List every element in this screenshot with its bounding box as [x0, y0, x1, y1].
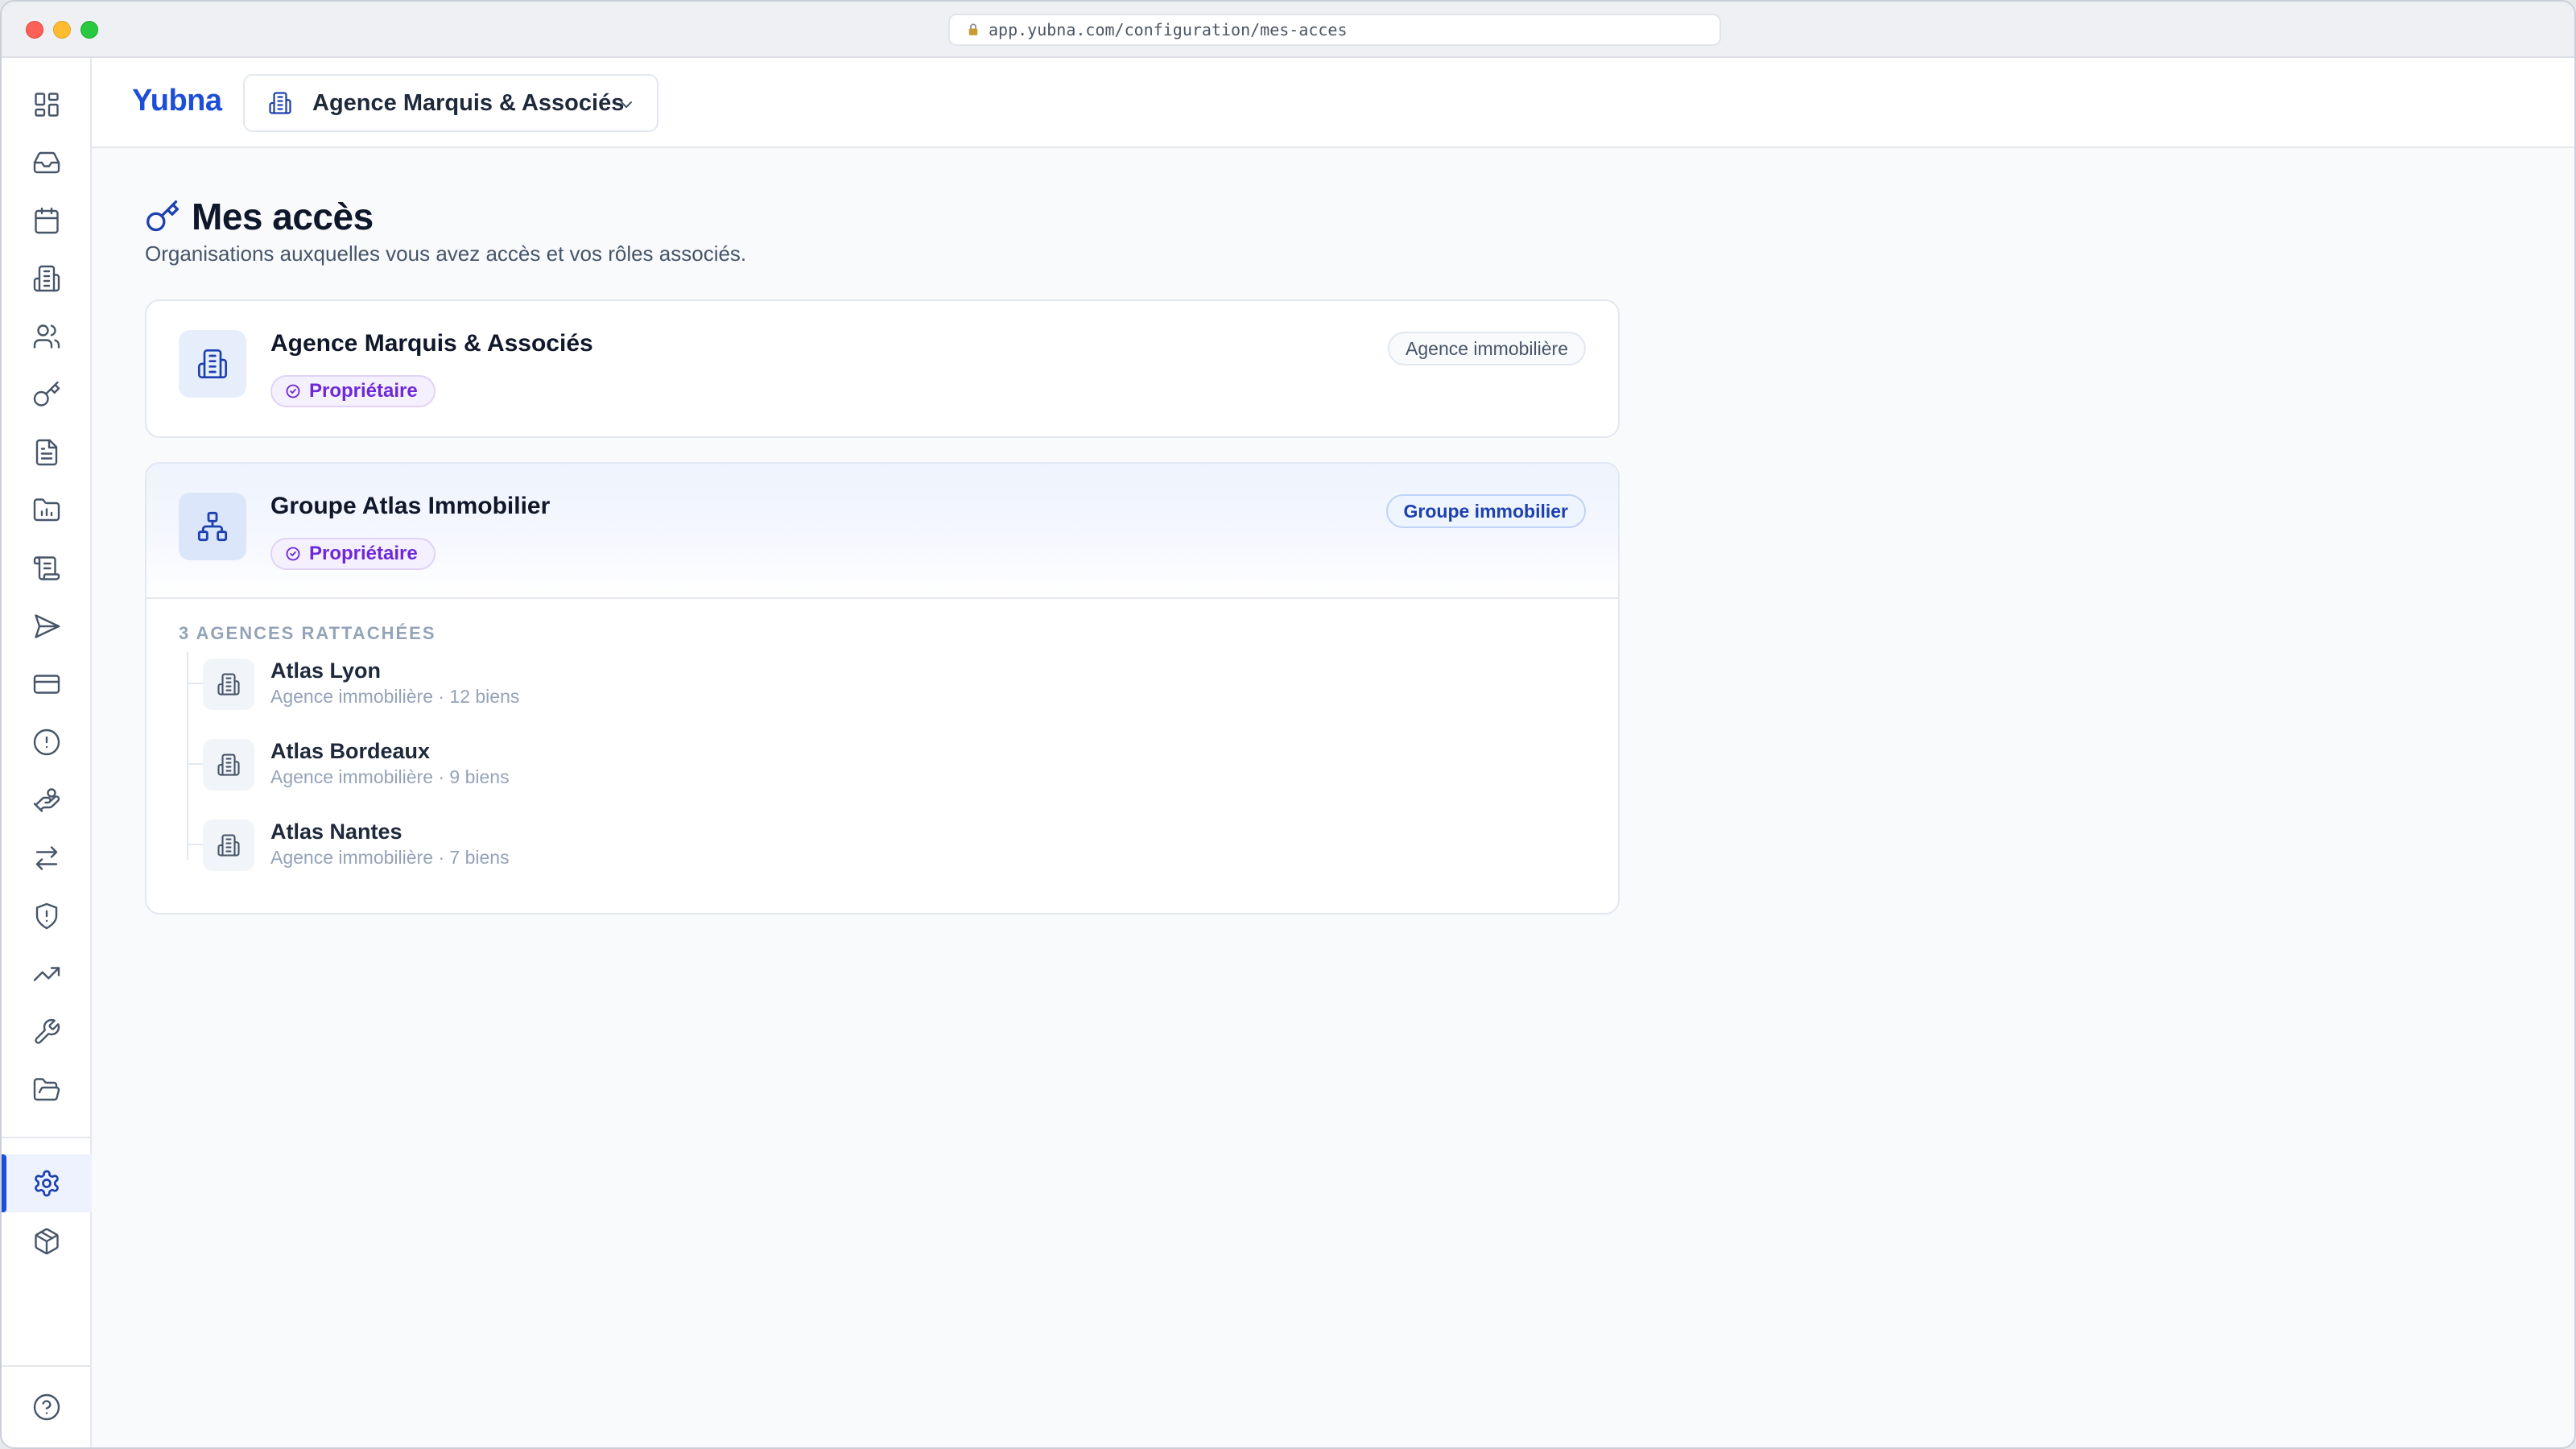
agency-name: Atlas Nantes	[270, 819, 402, 844]
calendar-icon[interactable]	[2, 192, 92, 250]
address-bar[interactable]: app.yubna.com/configuration/mes-acces	[948, 14, 1721, 46]
organization-type-badge: Groupe immobilier	[1385, 494, 1586, 528]
organization-type-badge: Agence immobilière	[1388, 332, 1586, 365]
role-badge: Propriétaire	[270, 538, 436, 570]
transfer-icon[interactable]	[2, 829, 92, 887]
lock-icon	[964, 21, 982, 39]
page-subtitle: Organisations auxquelles vous avez accès…	[145, 242, 747, 266]
organization-selector[interactable]: Agence Marquis & Associés	[243, 74, 658, 132]
agency-meta: Agence immobilière · 12 biens	[270, 686, 520, 707]
list-item[interactable]: Atlas Nantes Agence immobilière · 7 bien…	[187, 815, 670, 876]
organization-group-card: Groupe Atlas Immobilier Propriétaire Gro…	[145, 462, 1620, 914]
building-icon	[267, 90, 293, 116]
sidebar-divider-bottom	[2, 1365, 92, 1367]
agency-name: Atlas Lyon	[270, 658, 382, 683]
settings-icon[interactable]	[2, 1154, 92, 1212]
tree-branch	[187, 763, 203, 765]
users-icon[interactable]	[2, 308, 92, 365]
tree-branch	[187, 844, 203, 845]
sidebar-divider	[2, 1137, 92, 1138]
document-icon[interactable]	[2, 423, 92, 481]
key-icon	[147, 200, 179, 232]
building-icon	[179, 330, 246, 398]
chevron-down-icon	[621, 101, 632, 108]
folder-chart-icon[interactable]	[2, 481, 92, 539]
organization-card[interactable]: Agence Marquis & Associés Propriétaire A…	[145, 299, 1620, 438]
maximize-window-button[interactable]	[80, 21, 98, 39]
wrench-icon[interactable]	[2, 1003, 92, 1061]
minimize-window-button[interactable]	[53, 21, 71, 39]
alert-circle-icon[interactable]	[2, 713, 92, 771]
list-item[interactable]: Atlas Bordeaux Agence immobilière · 9 bi…	[187, 734, 670, 795]
building-icon	[203, 739, 254, 791]
attached-agencies-label: 3 AGENCES RATTACHÉES	[179, 623, 436, 643]
organization-name: Agence Marquis & Associés	[270, 330, 593, 357]
shield-alert-icon[interactable]	[2, 887, 92, 945]
close-window-button[interactable]	[26, 21, 43, 39]
role-badge: Propriétaire	[270, 375, 436, 407]
scroll-icon[interactable]	[2, 539, 92, 597]
organization-selector-label: Agence Marquis & Associés	[312, 89, 625, 116]
trending-up-icon[interactable]	[2, 945, 92, 1003]
browser-window: app.yubna.com/configuration/mes-acces Yu…	[0, 0, 2576, 1449]
package-icon[interactable]	[2, 1212, 92, 1270]
organization-name: Groupe Atlas Immobilier	[270, 493, 551, 519]
building-icon[interactable]	[2, 250, 92, 308]
check-circle-icon	[285, 545, 303, 563]
app-header: Yubna Agence Marquis & Associés	[92, 58, 2574, 148]
browser-titlebar: app.yubna.com/configuration/mes-acces	[2, 2, 2574, 58]
sidebar	[2, 58, 92, 1447]
page-title: Mes accès	[192, 196, 374, 237]
brand-logo[interactable]: Yubna	[132, 84, 222, 118]
role-label: Propriétaire	[309, 380, 418, 402]
url-text: app.yubna.com/configuration/mes-acces	[989, 20, 1348, 39]
dashboard-icon[interactable]	[2, 76, 92, 134]
page-header: Mes accès	[145, 195, 374, 238]
send-icon[interactable]	[2, 597, 92, 655]
main-content: Mes accès Organisations auxquelles vous …	[92, 148, 2574, 1447]
list-item[interactable]: Atlas Lyon Agence immobilière · 12 biens	[187, 654, 670, 715]
check-circle-icon	[285, 382, 303, 400]
agency-meta: Agence immobilière · 9 biens	[270, 766, 510, 787]
tree-branch	[187, 683, 203, 684]
agency-name: Atlas Bordeaux	[270, 739, 431, 763]
folder-open-icon[interactable]	[2, 1061, 92, 1119]
key-icon[interactable]	[2, 365, 92, 423]
agency-meta: Agence immobilière · 7 biens	[270, 847, 510, 868]
building-icon	[203, 819, 254, 871]
help-icon[interactable]	[2, 1378, 92, 1436]
group-card-header[interactable]: Groupe Atlas Immobilier Propriétaire Gro…	[147, 464, 1618, 599]
role-label: Propriétaire	[309, 543, 418, 564]
handshake-icon[interactable]	[2, 771, 92, 829]
credit-card-icon[interactable]	[2, 655, 92, 713]
building-icon	[203, 658, 254, 710]
network-icon	[179, 493, 246, 560]
inbox-icon[interactable]	[2, 134, 92, 192]
